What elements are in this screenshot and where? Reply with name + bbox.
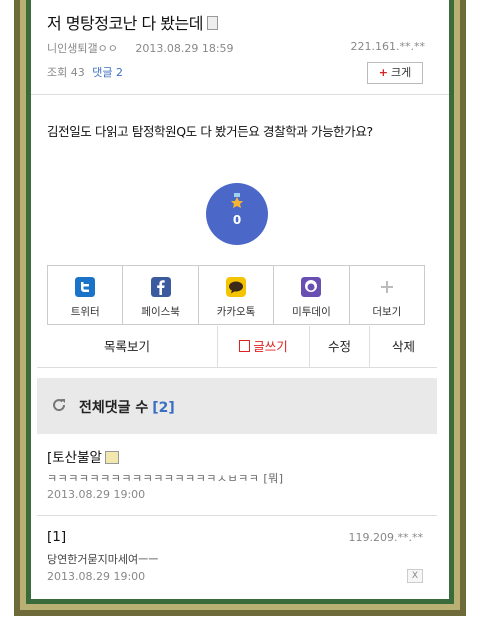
comment-date: 2013.08.29 19:00 [47,488,146,501]
medal-icon [231,193,243,208]
recommend-button[interactable]: 0 [206,183,268,245]
comments-total-label: 전체댓글 수 [79,400,149,416]
share-kakaotalk-label: 카카오톡 [216,306,256,318]
comments-count-link[interactable]: 댓글 2 [92,66,123,79]
twitter-icon [75,277,96,297]
share-bar: 트위터 페이스북 카카오톡 미투데이 더보기 [47,265,425,325]
post-datetime: 2013.08.29 18:59 [135,42,234,55]
kakaotalk-icon [226,277,247,297]
post-meta: 니인생퇴갤ㅇㅇ 2013.08.29 18:59 [47,40,234,56]
plus-icon [380,281,393,293]
share-me2day[interactable]: 미투데이 [274,266,350,324]
post-page: 저 명탕정코난 다 봤는데 니인생퇴갤ㅇㅇ 2013.08.29 18:59 2… [31,0,449,599]
divider [31,94,449,95]
share-me2day-label: 미투데이 [292,306,331,318]
share-twitter-label: 트위터 [70,306,100,318]
comment-text: 당연한거묻지마세여ㅡㅡ [47,553,159,566]
enlarge-text-label: 크게 [390,66,412,79]
post-title-text: 저 명탕정코난 다 봤는데 [47,14,203,33]
list-button[interactable]: 목록보기 [37,326,217,367]
delete-button[interactable]: 삭제 [369,326,437,367]
post-stats: 조회 43 댓글 2 [47,64,123,80]
write-button[interactable]: 글쓰기 [217,326,309,367]
comment-author: [1] [47,529,67,545]
share-kakaotalk[interactable]: 카카오톡 [199,266,275,324]
write-icon [239,340,251,352]
post-title: 저 명탕정코난 다 봤는데 [47,10,218,34]
post-author[interactable]: 니인생퇴갤ㅇㅇ [47,42,118,55]
share-facebook[interactable]: 페이스북 [123,266,199,324]
member-badge-icon [104,451,119,464]
share-more-label: 더보기 [372,306,402,318]
post-action-bar: 목록보기 글쓰기 수정 삭제 [37,326,437,368]
comment-date: 2013.08.29 19:00 [47,570,146,583]
enlarge-text-button[interactable]: + 크게 [367,62,423,84]
share-more[interactable]: 더보기 [350,266,424,324]
me2day-icon [301,277,322,297]
comment-author: [토산불알 [47,446,119,466]
comment-ip: 119.209.**.** [348,531,423,544]
comment-author-name: [토산불알 [47,450,102,466]
comments-total-count: [2] [152,400,175,416]
post-ip: 221.161.**.** [350,40,425,53]
recommend-count: 0 [232,213,242,227]
facebook-icon [150,277,171,297]
comments-total: 전체댓글 수 [2] [79,397,175,417]
comment-delete-button[interactable]: X [407,569,423,583]
post-body: 김전일도 다읽고 탐정학원Q도 다 봤거든요 경찰학과 가능한가요? [47,124,373,139]
plus-icon: + [378,66,388,79]
write-label: 글쓰기 [253,339,288,354]
share-twitter[interactable]: 트위터 [48,266,124,324]
document-icon [206,16,218,30]
edit-button[interactable]: 수정 [309,326,369,367]
refresh-icon[interactable] [51,397,67,413]
views-count: 조회 43 [47,66,85,79]
share-facebook-label: 페이스북 [141,306,180,318]
comment-text: ㅋㅋㅋㅋㅋㅋㅋㅋㅋㅋㅋㅋㅋㅋㅋㅋㅅㅂㅋㅋ [뭐] [47,472,284,485]
comments-header: 전체댓글 수 [2] [37,378,437,434]
divider [37,515,437,516]
